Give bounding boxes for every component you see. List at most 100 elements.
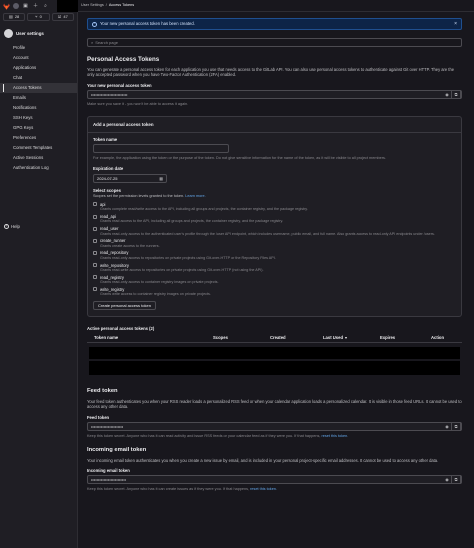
col-token-name: Token name [94, 335, 119, 341]
sidebar-toggle-icon[interactable]: ▣ [22, 3, 29, 10]
help-label: Help [11, 224, 20, 229]
calendar-icon[interactable]: ▦ [159, 176, 163, 181]
scope-description: Grants read-write access to repositories… [100, 267, 264, 272]
success-alert: i Your new personal access token has bee… [87, 18, 462, 30]
scopes-help: Scopes set the permission levels granted… [93, 194, 206, 199]
incoming-token-field[interactable]: ••••••••••••••••••••••••• ◉ ⧉ [87, 475, 462, 485]
sidebar-item-comment-templates[interactable]: Comment Templates [0, 143, 77, 153]
todos-counter[interactable]: ☑ 47 [51, 13, 74, 21]
feed-token-field[interactable]: ••••••••••••••••••••••• ◉ ⧉ [87, 422, 462, 432]
token-name-input[interactable] [93, 144, 229, 154]
scope-description: Grants create access to the runners. [100, 243, 160, 248]
search-icon[interactable]: ⌕ [42, 3, 49, 10]
breadcrumb-parent[interactable]: User Settings [81, 3, 104, 8]
help-button[interactable]: ? Help [4, 224, 20, 230]
sidebar-item-applications[interactable]: Applications [0, 63, 77, 73]
scope-api[interactable]: api Grants complete read/write access to … [93, 202, 456, 212]
sidebar: ▣ ＋ ⌕ ▤ 28 ⑂ 0 ☑ 47 User settings Profil… [0, 0, 78, 548]
incoming-token-description: Your incoming email token authenticates … [87, 457, 439, 463]
sidebar-item-notifications[interactable]: Notifications [0, 103, 77, 113]
col-last-used[interactable]: Last Used ▼ [323, 335, 348, 341]
copy-icon[interactable]: ⧉ [452, 90, 461, 100]
todo-icon: ☑ [57, 14, 62, 20]
gitlab-logo-icon[interactable] [3, 3, 10, 10]
eye-icon[interactable]: ◉ [443, 475, 452, 485]
merge-requests-count: 0 [39, 14, 42, 20]
main-content: i Your new personal access token has bee… [87, 18, 462, 492]
scope-text: read_user Grants read-only access to the … [100, 226, 435, 236]
merge-requests-counter[interactable]: ⑂ 0 [27, 13, 50, 21]
scope-text: write_registry Grants write access to con… [100, 287, 211, 297]
copy-icon[interactable]: ⧉ [452, 422, 461, 432]
search-placeholder: Search page [95, 39, 118, 45]
todos-count: 47 [63, 14, 68, 20]
user-avatar[interactable] [13, 3, 19, 9]
eye-icon[interactable]: ◉ [443, 422, 452, 432]
sidebar-item-active-sessions[interactable]: Active Sessions [0, 153, 77, 163]
breadcrumb-current[interactable]: Access Tokens [109, 3, 134, 8]
search-page-input[interactable]: ⌕ Search page [87, 38, 462, 47]
checkbox[interactable] [93, 202, 97, 207]
close-icon[interactable]: × [454, 21, 457, 28]
create-token-button[interactable]: Create personal access token [93, 300, 156, 310]
new-token-value: •••••••••••••••••••••••••• [91, 92, 128, 98]
search-icon: ⌕ [91, 39, 94, 45]
sidebar-item-label: Applications [13, 65, 37, 71]
breadcrumb-separator: / [105, 3, 107, 8]
scope-read-registry[interactable]: read_registry Grants read-only access to … [93, 275, 456, 285]
sidebar-item-label: SSH Keys [13, 115, 33, 121]
scope-read-api[interactable]: read_api Grants read access to the API, i… [93, 214, 456, 224]
sidebar-item-chat[interactable]: Chat [0, 73, 77, 83]
reset-incoming-token-link[interactable]: reset this token. [250, 487, 277, 491]
checkbox[interactable] [93, 214, 97, 219]
checkbox[interactable] [93, 226, 97, 231]
active-tokens-title: Active personal access tokens (2) [87, 325, 155, 331]
learn-more-link[interactable]: Learn more. [185, 194, 205, 198]
sidebar-item-emails[interactable]: Emails [0, 93, 77, 103]
breadcrumb: User Settings / Access Tokens [78, 0, 474, 12]
feed-token-title: Feed token [87, 388, 118, 395]
page-title: Personal Access Tokens [87, 56, 160, 63]
scope-description: Grants read access to the API, including… [100, 219, 284, 224]
scope-write-registry[interactable]: write_registry Grants write access to con… [93, 287, 456, 297]
checkbox[interactable] [93, 238, 97, 243]
sidebar-item-profile[interactable]: Profile [0, 43, 77, 53]
checkbox[interactable] [93, 287, 97, 292]
scope-read-user[interactable]: read_user Grants read-only access to the … [93, 226, 456, 236]
copy-icon[interactable]: ⧉ [452, 475, 461, 485]
scope-read-repository[interactable]: read_repository Grants read-only access t… [93, 250, 456, 260]
sidebar-nav: Profile Account Applications Chat Access Tok… [0, 43, 77, 173]
new-item-icon[interactable]: ＋ [32, 3, 39, 10]
scope-description: Grants write access to container registr… [100, 292, 211, 297]
col-created: Created [270, 335, 286, 341]
sidebar-item-account[interactable]: Account [0, 53, 77, 63]
checkbox[interactable] [93, 275, 97, 280]
sidebar-item-label: Emails [13, 95, 26, 101]
new-token-field[interactable]: •••••••••••••••••••••••••• ◉ ⧉ [87, 90, 462, 100]
issues-count: 28 [14, 14, 20, 20]
sidebar-item-gpg-keys[interactable]: GPG Keys [0, 123, 77, 133]
scope-text: read_repository Grants read-only access t… [100, 250, 276, 260]
sidebar-item-label: Access Tokens [13, 85, 42, 91]
sort-arrow-icon: ▼ [344, 336, 348, 341]
checkbox[interactable] [93, 250, 97, 255]
expiration-date-input[interactable]: 2024-07-25 ▦ [93, 173, 167, 183]
sidebar-item-preferences[interactable]: Preferences [0, 133, 77, 143]
eye-icon[interactable]: ◉ [443, 90, 452, 100]
scope-write-repository[interactable]: write_repository Grants read-write access… [93, 263, 456, 273]
merge-request-icon: ⑂ [35, 14, 38, 20]
redacted-token-row [89, 347, 460, 360]
reset-feed-token-link[interactable]: reset this token. [322, 434, 349, 438]
checkbox[interactable] [93, 263, 97, 268]
sidebar-item-access-tokens[interactable]: Access Tokens [0, 83, 77, 93]
redacted-token-row [89, 361, 460, 376]
app: ▣ ＋ ⌕ ▤ 28 ⑂ 0 ☑ 47 User settings Profil… [0, 0, 474, 548]
scope-create-runner[interactable]: create_runner Grants create access to the… [93, 238, 456, 248]
question-icon: ? [4, 223, 9, 230]
sidebar-item-label: Chat [13, 75, 23, 81]
sidebar-item-authentication-log[interactable]: Authentication Log [0, 163, 77, 173]
sidebar-item-ssh-keys[interactable]: SSH Keys [0, 113, 77, 123]
col-expires: Expires [380, 335, 396, 341]
issues-counter[interactable]: ▤ 28 [3, 13, 26, 21]
token-name-help: For example, the application using the t… [93, 156, 386, 161]
